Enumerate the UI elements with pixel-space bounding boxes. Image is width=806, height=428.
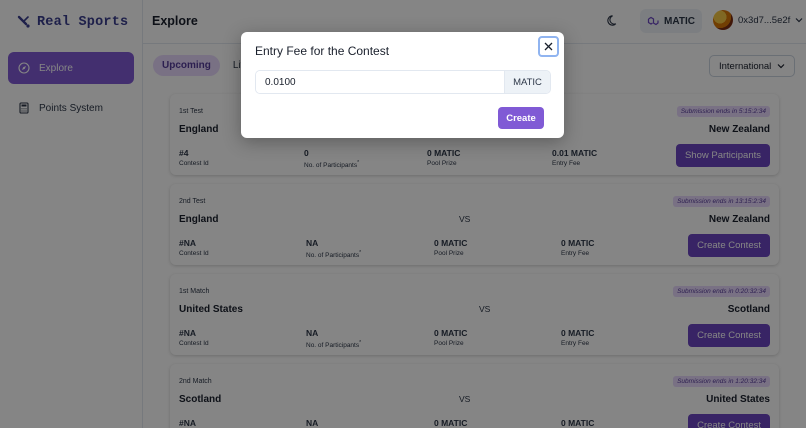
entry-fee-input-group: MATIC (255, 70, 551, 94)
entry-fee-input[interactable] (256, 71, 504, 93)
entry-fee-modal: Entry Fee for the Contest MATIC Create (241, 32, 564, 138)
close-button[interactable] (538, 36, 559, 57)
close-icon (544, 42, 553, 51)
currency-addon: MATIC (504, 71, 550, 93)
create-button[interactable]: Create (498, 107, 544, 129)
modal-title: Entry Fee for the Contest (255, 44, 390, 58)
